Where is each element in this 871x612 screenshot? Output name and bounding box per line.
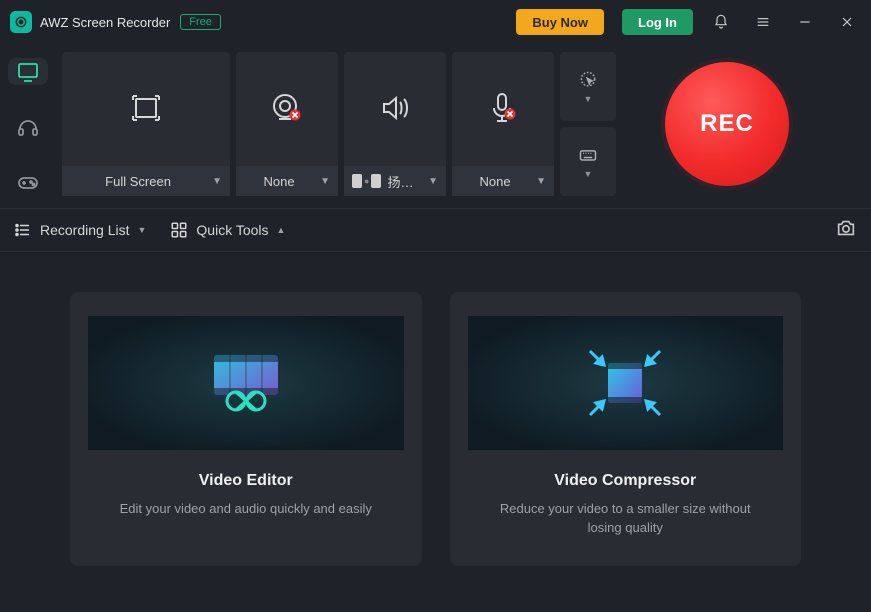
notifications-icon[interactable] [707,8,735,36]
webcam-tile-main[interactable] [236,52,338,164]
titlebar: AWZ Screen Recorder Free Buy Now Log In [0,0,871,44]
login-button[interactable]: Log In [622,9,693,35]
mode-sidebar [0,52,56,196]
region-dropdown[interactable]: Full Screen ▼ [62,166,230,196]
region-label: Full Screen [70,174,206,189]
mic-label: None [460,174,530,189]
free-badge: Free [180,14,221,30]
audio-tile-main[interactable] [344,52,446,164]
audio-device-icon: ● [352,174,381,188]
main-controls: Full Screen ▼ None ▼ ● 扬声器 (Rea... ▼ [0,44,871,196]
chevron-down-icon: ▼ [536,176,546,187]
webcam-dropdown[interactable]: None ▼ [236,166,338,196]
chevron-down-icon: ▼ [584,94,593,104]
quick-tools-button[interactable]: Quick Tools ▲ [170,221,285,239]
secondary-toolbar: Recording List ▼ Quick Tools ▲ [0,208,871,252]
extra-options-column: ▼ ▼ [560,52,616,196]
region-tile: Full Screen ▼ [62,52,230,196]
screenshot-icon[interactable] [835,217,857,244]
recording-list-button[interactable]: Recording List ▼ [14,221,146,239]
mode-audio[interactable] [8,113,48,140]
app-logo [10,11,32,33]
region-tile-main[interactable] [62,52,230,164]
mic-dropdown[interactable]: None ▼ [452,166,554,196]
chevron-down-icon: ▼ [428,176,438,187]
audio-label: 扬声器 (Rea... [387,172,422,191]
source-tiles: Full Screen ▼ None ▼ ● 扬声器 (Rea... ▼ [62,52,863,196]
record-button[interactable]: REC [665,62,789,186]
webcam-label: None [244,174,314,189]
audio-dropdown[interactable]: ● 扬声器 (Rea... ▼ [344,166,446,196]
video-compressor-desc: Reduce your video to a smaller size with… [495,500,755,538]
chevron-up-icon: ▲ [277,225,286,235]
app-title: AWZ Screen Recorder [40,15,170,30]
recording-list-label: Recording List [40,222,130,238]
chevron-down-icon: ▼ [584,169,593,179]
keyboard-overlay-button[interactable]: ▼ [560,127,616,196]
chevron-down-icon: ▼ [320,176,330,187]
video-compressor-thumb [468,316,784,450]
chevron-down-icon: ▼ [138,225,147,235]
mode-game[interactable] [8,169,48,196]
chevron-down-icon: ▼ [212,176,222,187]
mouse-effects-button[interactable]: ▼ [560,52,616,121]
webcam-tile: None ▼ [236,52,338,196]
video-editor-card[interactable]: Video Editor Edit your video and audio q… [70,292,422,566]
mode-screen[interactable] [8,58,48,85]
record-label: REC [700,110,754,138]
video-compressor-title: Video Compressor [554,472,696,490]
quick-tools-label: Quick Tools [196,222,268,238]
audio-tile: ● 扬声器 (Rea... ▼ [344,52,446,196]
menu-icon[interactable] [749,8,777,36]
minimize-icon[interactable] [791,8,819,36]
record-area: REC [622,52,832,196]
buy-now-button[interactable]: Buy Now [516,9,604,35]
mic-tile-main[interactable] [452,52,554,164]
mic-tile: None ▼ [452,52,554,196]
video-editor-title: Video Editor [199,472,293,490]
close-icon[interactable] [833,8,861,36]
video-editor-desc: Edit your video and audio quickly and ea… [120,500,372,519]
video-editor-thumb [88,316,404,450]
tool-cards: Video Editor Edit your video and audio q… [0,252,871,566]
video-compressor-card[interactable]: Video Compressor Reduce your video to a … [450,292,802,566]
